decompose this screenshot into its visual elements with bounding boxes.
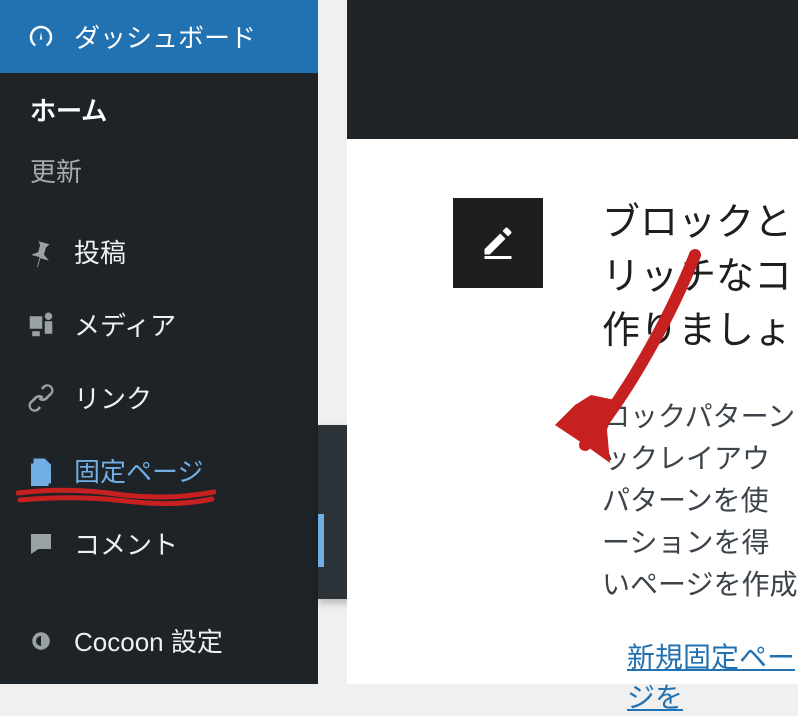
pages-icon — [26, 456, 56, 486]
dashboard-icon — [26, 22, 56, 52]
link-icon — [26, 383, 56, 413]
welcome-heading: ブロックと リッチなコ 作りましょ — [602, 196, 792, 358]
sidebar-item-label: 投稿 — [74, 233, 126, 270]
sidebar-item-pages[interactable]: 固定ページ — [0, 434, 318, 507]
sidebar-item-posts[interactable]: 投稿 — [0, 215, 318, 288]
sidebar-item-media[interactable]: メディア — [0, 288, 318, 361]
subitem-home[interactable]: ホーム — [0, 79, 318, 140]
cocoon-icon — [26, 626, 56, 656]
content-area: ブロックと リッチなコ 作りましょ ロックパターン ックレイアウ パターンを使 … — [347, 0, 798, 684]
media-icon — [26, 310, 56, 340]
sidebar-item-links[interactable]: リンク — [0, 361, 318, 434]
sidebar-item-label: 固定ページ — [74, 452, 203, 489]
welcome-body: ロックパターン ックレイアウ パターンを使 ーションを得 いページを作成 — [602, 396, 797, 606]
sidebar-item-label: リンク — [74, 379, 152, 416]
sidebar-item-cocoon[interactable]: Cocoon 設定 — [0, 604, 318, 677]
sidebar-item-label: メディア — [74, 306, 176, 343]
sidebar-item-comments[interactable]: コメント — [0, 507, 318, 580]
edit-block-button[interactable] — [453, 198, 543, 288]
add-new-page-link[interactable]: 新規固定ページを — [627, 636, 798, 716]
welcome-banner — [347, 0, 798, 139]
dashboard-submenu: ホーム 更新 — [0, 73, 318, 215]
comment-icon — [26, 529, 56, 559]
sidebar-item-label: Cocoon 設定 — [74, 622, 223, 659]
pencil-icon — [480, 223, 516, 264]
sidebar-item-label: コメント — [74, 525, 178, 562]
pin-icon — [26, 237, 56, 267]
subitem-updates[interactable]: 更新 — [0, 140, 318, 201]
admin-sidebar: ダッシュボード ホーム 更新 投稿 メディア リンク 固定ページ コ — [0, 0, 318, 684]
sidebar-item-dashboard[interactable]: ダッシュボード — [0, 0, 318, 73]
sidebar-item-label: ダッシュボード — [74, 18, 256, 55]
